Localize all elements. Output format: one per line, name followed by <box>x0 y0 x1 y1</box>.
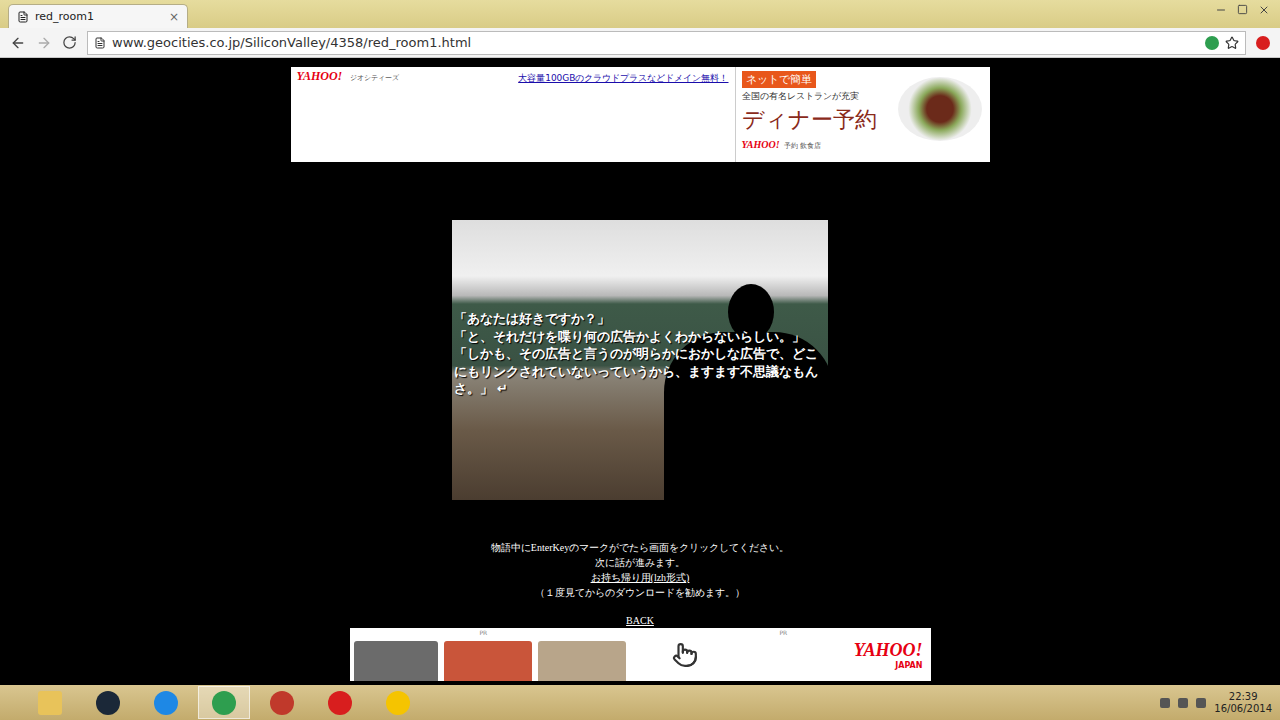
arrow-left-icon <box>10 35 26 51</box>
star-icon[interactable] <box>1225 36 1239 50</box>
taskbar-app[interactable] <box>24 686 76 719</box>
page: YAHOO! ジオシティーズ 大容量100GBのクラウドプラスなどドメイン無料！ ネッ… <box>0 58 1280 685</box>
ad-badge: ネットで簡単 <box>742 71 816 88</box>
back-button[interactable] <box>10 35 26 51</box>
address-row: www.geocities.co.jp/SiliconValley/4358/r… <box>0 28 1280 58</box>
system-tray: 22:3916/06/2014 <box>1160 691 1272 715</box>
reload-button[interactable] <box>62 35 77 50</box>
clock[interactable]: 22:3916/06/2014 <box>1214 691 1272 715</box>
steam-icon <box>96 691 120 715</box>
dialogue-line: 「と、それだけを喋り何の広告かよくわからないらしい。」 <box>454 328 824 346</box>
address-bar[interactable]: www.geocities.co.jp/SiliconValley/4358/r… <box>87 31 1246 55</box>
yahoo-japan-logo: YAHOO!JAPAN <box>854 640 927 670</box>
taskbar-app[interactable] <box>140 686 192 719</box>
ie-icon <box>154 691 178 715</box>
forward-button[interactable] <box>36 35 52 51</box>
window-controls <box>1205 0 1280 20</box>
yahoo-japan-sub: JAPAN <box>895 661 922 670</box>
ad-photo <box>444 641 532 681</box>
ad-photo <box>538 641 626 681</box>
instruction-line: 物語中にEnterKeyのマークがでたら画面をクリックしてください。 <box>491 540 789 555</box>
taskbar-app[interactable] <box>314 686 366 719</box>
download-link[interactable]: お持ち帰り用(lzh形式) <box>591 570 690 585</box>
app-icon <box>328 691 352 715</box>
clock-time: 22:39 <box>1229 691 1258 703</box>
opera-icon[interactable] <box>1256 36 1270 50</box>
dialogue-line: 「あなたは好きですか？」 <box>454 310 824 328</box>
enter-mark: ↵ <box>497 381 508 396</box>
pr-label: PR <box>780 629 788 636</box>
screen: red_room1 × www.geocities.co.jp/SiliconVal… <box>0 0 1280 720</box>
tray-icon[interactable] <box>1178 698 1188 708</box>
minimize-icon[interactable] <box>1215 4 1227 16</box>
browser-tab[interactable]: red_room1 × <box>8 4 188 28</box>
tab-title: red_room1 <box>35 10 163 23</box>
taskbar-app[interactable] <box>256 686 308 719</box>
ad-text-area: YAHOO! ジオシティーズ 大容量100GBのクラウドプラスなどドメイン無料！ <box>291 67 735 162</box>
instruction-line: 次に話が進みます。 <box>595 555 685 570</box>
page-icon <box>94 37 106 49</box>
maximize-icon[interactable] <box>1237 4 1248 15</box>
ad-footer-text: 予約 飲食店 <box>784 141 821 151</box>
extension-icon[interactable] <box>1205 36 1219 50</box>
taskbar: 22:3916/06/2014 <box>0 685 1280 720</box>
dialogue-line: 「しかも、その広告と言うのが明らかにおかしな広告で、どこにもリンクされていないっ… <box>454 345 824 398</box>
clock-date: 16/06/2014 <box>1214 703 1272 715</box>
ad-label: ジオシティーズ <box>350 73 399 83</box>
tab-close[interactable]: × <box>169 10 179 24</box>
page-icon <box>17 11 29 23</box>
chrome-icon <box>212 691 236 715</box>
back-link[interactable]: BACK <box>626 615 654 626</box>
food-picture <box>898 77 982 141</box>
ad-photo <box>354 641 438 681</box>
url: www.geocities.co.jp/SiliconValley/4358/r… <box>112 35 1199 50</box>
top-ad[interactable]: YAHOO! ジオシティーズ 大容量100GBのクラウドプラスなどドメイン無料！ ネッ… <box>291 67 990 162</box>
hand-pointer-icon <box>672 642 698 668</box>
taskbar-app[interactable] <box>82 686 134 719</box>
title-bar: red_room1 × <box>0 0 1280 28</box>
bottom-ad[interactable]: PR PR YAHOO!JAPAN <box>350 628 931 681</box>
app-icon <box>270 691 294 715</box>
instructions: 物語中にEnterKeyのマークがでたら画面をクリックしてください。次に話が進み… <box>491 540 789 600</box>
ad-link[interactable]: 大容量100GBのクラウドプラスなどドメイン無料！ <box>518 72 728 85</box>
arrow-right-icon <box>36 35 52 51</box>
yahoo-logo: YAHOO! <box>854 640 923 661</box>
yahoo-logo: YAHOO! <box>742 139 780 150</box>
tray-icon[interactable] <box>1196 698 1206 708</box>
app-icon <box>386 691 410 715</box>
game-screen[interactable]: 「あなたは好きですか？」「と、それだけを喋り何の広告かよくわからないらしい。」「… <box>452 220 828 500</box>
close-icon[interactable] <box>1258 4 1270 16</box>
yahoo-logo: YAHOO! <box>297 69 343 84</box>
dialogue: 「あなたは好きですか？」「と、それだけを喋り何の広告かよくわからないらしい。」「… <box>454 310 824 398</box>
taskbar-app[interactable] <box>372 686 424 719</box>
folder-icon <box>38 691 62 715</box>
pr-label: PR <box>480 629 488 636</box>
download-note: （１度見てからのダウンロードを勧めます。） <box>535 585 745 600</box>
taskbar-app[interactable] <box>198 686 250 719</box>
tray-icon[interactable] <box>1160 698 1170 708</box>
dinner-ad[interactable]: ネットで簡単全国の有名レストランが充実ディナー予約YAHOO!予約 飲食店 <box>735 67 990 162</box>
reload-icon <box>62 35 77 50</box>
